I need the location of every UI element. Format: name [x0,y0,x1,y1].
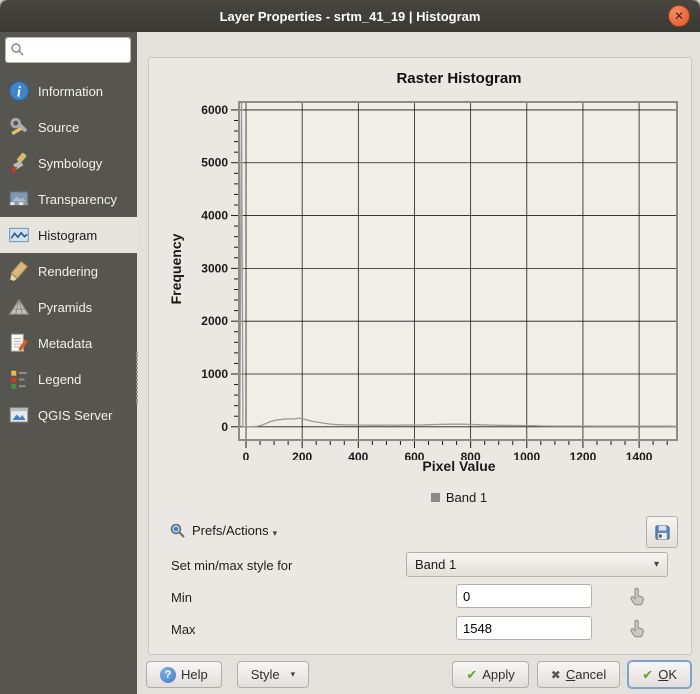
layer-properties-dialog: Layer Properties - srtm_41_19 | Histogra… [0,0,700,694]
info-icon: i [8,80,30,102]
style-button[interactable]: Style ▾ [237,661,309,688]
apply-button[interactable]: ✔ Apply [452,661,528,688]
pyramid-icon [8,296,30,318]
search-icon [10,42,24,56]
pick-min-hand-icon[interactable] [627,586,647,606]
svg-text:1000: 1000 [201,367,228,381]
prefs-actions-button[interactable]: Prefs/Actions ▾ [163,518,283,543]
prefs-magnifier-icon [169,522,186,539]
metadata-icon [8,332,30,354]
sidebar: i Information Source Symbology Transpare… [0,32,137,694]
check-icon: ✔ [642,667,653,683]
prefs-actions-label: Prefs/Actions [192,523,269,538]
band-select-value: Band 1 [415,557,456,572]
transparency-icon [8,188,30,210]
legend-label: Band 1 [446,490,487,505]
server-image-icon [8,404,30,426]
titlebar[interactable]: Layer Properties - srtm_41_19 | Histogra… [0,0,700,32]
sidebar-item-legend[interactable]: Legend [0,361,137,397]
check-icon: ✔ [466,667,477,683]
sidebar-item-histogram[interactable]: Histogram [0,217,137,253]
ok-button[interactable]: ✔ OK [628,661,691,688]
svg-text:3000: 3000 [201,261,228,275]
cancel-button[interactable]: ✖ Cancel [537,661,621,688]
sidebar-item-information[interactable]: i Information [0,73,137,109]
band-select[interactable]: Band 1 ▾ [406,552,668,577]
min-label: Min [171,590,192,605]
set-minmax-label: Set min/max style for [171,558,292,573]
svg-text:5000: 5000 [201,156,228,170]
sidebar-nav: i Information Source Symbology Transpare… [0,73,137,433]
x-axis-label: Pixel Value [239,458,679,474]
svg-text:6000: 6000 [201,103,228,117]
min-input[interactable] [456,584,592,608]
chevron-down-icon: ▾ [654,559,659,570]
svg-text:2000: 2000 [201,314,228,328]
sidebar-item-rendering[interactable]: Rendering [0,253,137,289]
cross-icon: ✖ [551,668,561,682]
sidebar-item-metadata[interactable]: Metadata [0,325,137,361]
svg-text:4000: 4000 [201,209,228,223]
histogram-chart[interactable]: 0200400600800100012001400010002000300040… [191,98,691,460]
chevron-down-icon: ▾ [291,669,296,680]
help-icon: ? [160,667,176,683]
main-content: Raster Histogram Frequency 0200400600800… [137,32,700,694]
floppy-disk-icon [653,523,672,542]
help-button[interactable]: ? Help [146,661,222,688]
sidebar-item-pyramids[interactable]: Pyramids [0,289,137,325]
chart-legend: Band 1 [239,490,679,505]
chevron-down-icon: ▾ [273,528,278,539]
y-axis-label: Frequency [168,204,184,334]
max-label: Max [171,622,196,637]
sidebar-item-transparency[interactable]: Transparency [0,181,137,217]
svg-text:i: i [17,85,21,101]
dialog-footer: ? Help Style ▾ ✔ Apply ✖ Cancel ✔ OK [137,655,700,694]
max-input[interactable] [456,616,592,640]
histogram-icon [8,224,30,246]
paintbrush-icon [8,152,30,174]
window-title: Layer Properties - srtm_41_19 | Histogra… [220,9,481,24]
svg-text:0: 0 [221,420,228,434]
legend-icon [8,368,30,390]
sidebar-item-symbology[interactable]: Symbology [0,145,137,181]
rendering-brush-icon [8,260,30,282]
pick-max-hand-icon[interactable] [627,618,647,638]
close-icon[interactable]: ✕ [668,5,690,27]
wrench-icon [8,116,30,138]
sidebar-item-qgis-server[interactable]: QGIS Server [0,397,137,433]
save-histogram-button[interactable] [646,516,678,548]
legend-swatch [431,493,440,502]
histogram-panel: Raster Histogram Frequency 0200400600800… [148,57,692,655]
chart-title: Raster Histogram [239,70,679,87]
sidebar-item-source[interactable]: Source [0,109,137,145]
